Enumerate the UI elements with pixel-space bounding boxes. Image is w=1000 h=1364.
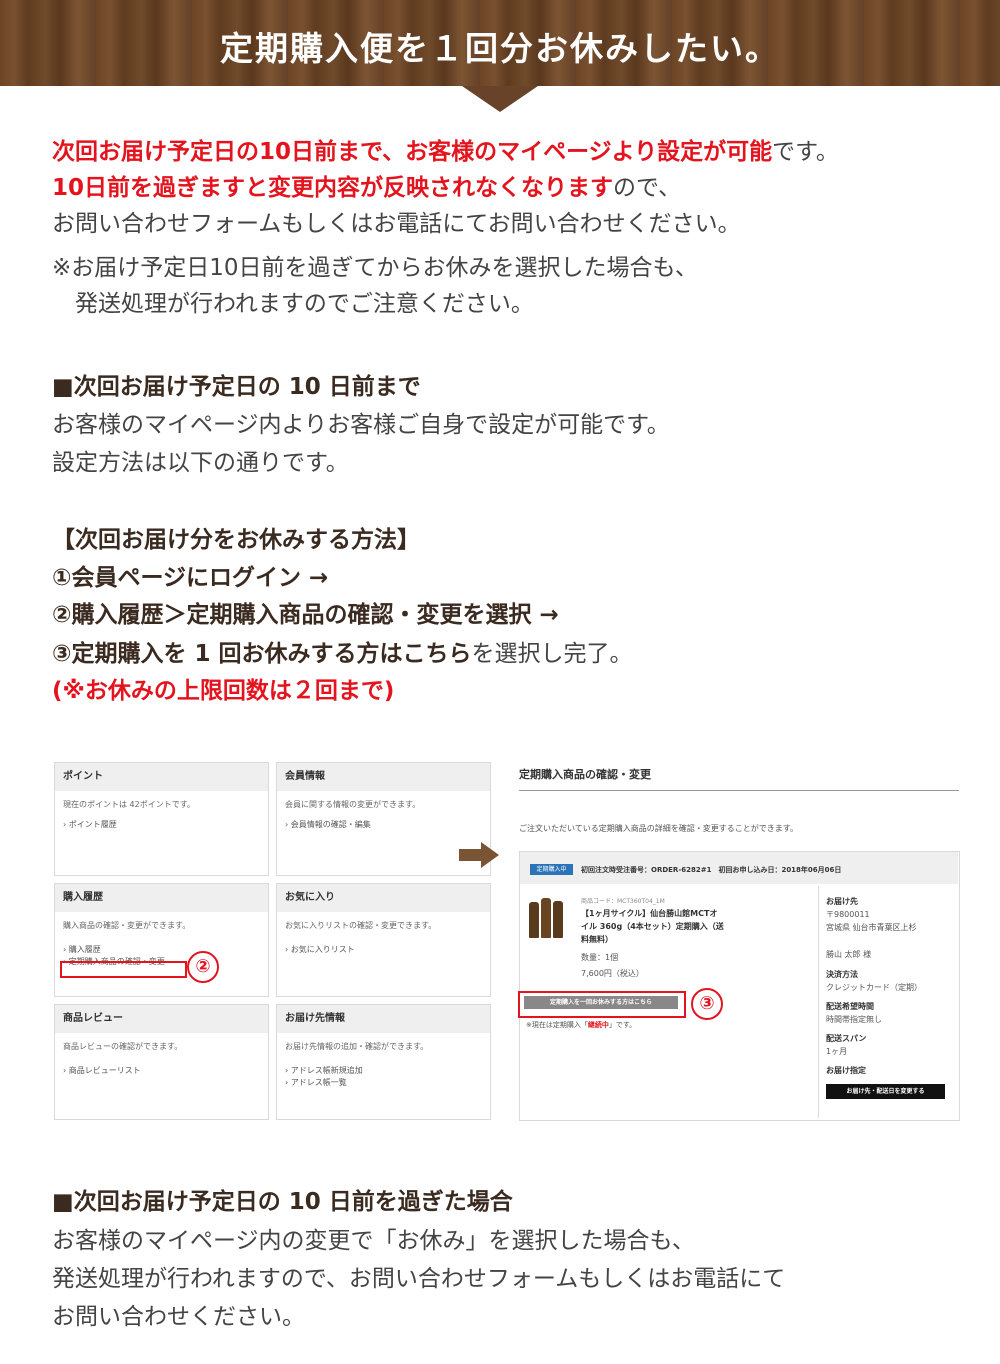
step-marker-3: ③ [691, 988, 723, 1020]
panel-desc: お気に入りリストの確認・変更できます。 [285, 921, 437, 930]
highlight-box-2 [60, 961, 187, 978]
delivery-label: お届け先 [826, 897, 858, 906]
designation-label: お届け指定 [826, 1066, 866, 1075]
method-note: (※お休みの上限回数は２回まで) [52, 678, 395, 704]
banner-notch [462, 86, 538, 112]
delivery-time: 時間帯指定無し [826, 1015, 882, 1024]
page-title: 定期購入便を１回分お休みしたい。 [220, 29, 780, 68]
product-quantity: 数量：1個 [581, 953, 619, 962]
product-image [526, 896, 568, 940]
subscription-desc: ご注文いただいている定期購入商品の詳細を確認・変更することができます。 [519, 824, 798, 833]
payment-label: 決済方法 [826, 970, 858, 979]
delivery-address: 宮城県 仙台市青葉区上杉 [826, 923, 917, 932]
intro-line-4: ※お届け予定日10日前を過ぎてからお休みを選択した場合も、 [52, 255, 698, 281]
link-favorite-list[interactable]: › お気に入りリスト [277, 944, 490, 956]
payment-method: クレジットカード（定期） [826, 983, 922, 992]
panel-title: お気に入り [277, 884, 490, 912]
subscription-status: ※現在は定期購入「継続中」です。 [526, 1021, 637, 1029]
panel-delivery-info: お届け先情報 お届け先情報の追加・確認ができます。 › アドレス帳新規追加 › … [276, 1004, 491, 1120]
order-info: 初回注文時受注番号：ORDER-6282#1 初回お申し込み日：2018年06月… [581, 866, 842, 874]
link-address-list[interactable]: › アドレス帳一覧 [277, 1077, 490, 1089]
delivery-span-label: 配送スパン [826, 1034, 867, 1043]
method-step-1: ①会員ページにログイン → [52, 565, 329, 591]
intro-line-5: 発送処理が行われますのでご注意ください。 [52, 291, 534, 317]
intro-line-1: 次回お届け予定日の10日前まで、お客様のマイページより設定が可能です。 [52, 139, 839, 165]
link-member-edit[interactable]: › 会員情報の確認・編集 [277, 819, 490, 831]
link-address-add[interactable]: › アドレス帳新規追加 [277, 1065, 490, 1077]
section1-text-1: お客様のマイページ内よりお客様ご自身で設定が可能です。 [52, 412, 670, 438]
product-name-1[interactable]: 【1ヶ月サイクル】仙台勝山館MCTオ [581, 908, 717, 919]
step-marker-2: ② [187, 951, 219, 983]
title-divider [519, 790, 959, 791]
product-name-2[interactable]: イル 360g（4本セット）定期購入（送 [581, 921, 724, 932]
section1-heading: ■次回お届け予定日の 10 日前まで [52, 374, 421, 400]
panel-title: ポイント [55, 763, 268, 791]
delivery-recipient: 勝山 太郎 様 [826, 950, 872, 959]
intro-line-3: お問い合わせフォームもしくはお電話にてお問い合わせください。 [52, 211, 741, 237]
section1-text-2: 設定方法は以下の通りです。 [52, 450, 349, 476]
link-purchase-history[interactable]: › 購入履歴 [55, 944, 268, 956]
panel-desc: 購入商品の確認・変更ができます。 [63, 921, 191, 930]
method-step-3: ③定期購入を 1 回お休みする方はこちらを選択し完了。 [52, 641, 633, 667]
status-badge: 定期購入中 [530, 864, 573, 875]
delivery-span: 1ヶ月 [826, 1047, 848, 1056]
method-step-2: ②購入履歴＞定期購入商品の確認・変更を選択 → [52, 602, 559, 628]
panel-purchase-history: 購入履歴 購入商品の確認・変更ができます。 › 購入履歴 › 定期購入商品の確認… [54, 883, 269, 997]
link-review-list[interactable]: › 商品レビューリスト [55, 1065, 268, 1077]
section2-text-1: お客様のマイページ内の変更で「お休み」を選択した場合も、 [52, 1228, 695, 1254]
panel-desc: 商品レビューの確認ができます。 [63, 1042, 183, 1051]
panel-title: 商品レビュー [55, 1005, 268, 1033]
method-heading: 【次回お届け分をお休みする方法】 [52, 527, 420, 553]
subscription-title: 定期購入商品の確認・変更 [519, 768, 651, 781]
product-price: 7,600円（税込） [581, 969, 644, 978]
panel-reviews: 商品レビュー 商品レビューの確認ができます。 › 商品レビューリスト [54, 1004, 269, 1120]
highlight-box-3 [518, 991, 686, 1018]
section2-text-3: お問い合わせください。 [52, 1304, 305, 1330]
delivery-time-label: 配送希望時間 [826, 1002, 874, 1011]
panel-title: お届け先情報 [277, 1005, 490, 1033]
delivery-postal: 〒9800011 [826, 910, 870, 919]
panel-favorites: お気に入り お気に入りリストの確認・変更できます。 › お気に入りリスト [276, 883, 491, 997]
panel-desc: 現在のポイントは 42ポイントです。 [63, 800, 195, 809]
link-point-history[interactable]: › ポイント履歴 [55, 819, 268, 831]
panel-title: 会員情報 [277, 763, 490, 791]
column-divider [818, 886, 819, 1118]
arrow-right-icon [459, 842, 499, 868]
panel-desc: 会員に関する情報の変更ができます。 [285, 800, 421, 809]
section2-heading: ■次回お届け予定日の 10 日前を過ぎた場合 [52, 1189, 513, 1215]
panel-desc: お届け先情報の追加・確認ができます。 [285, 1042, 429, 1051]
panel-title: 購入履歴 [55, 884, 268, 912]
product-code: 商品コード：MCT360T04_1M [581, 898, 665, 905]
intro-line-2: 10日前を過ぎますと変更内容が反映されなくなりますので、 [52, 175, 682, 201]
change-delivery-button[interactable]: お届け先・配送日を変更する [826, 1084, 945, 1099]
product-name-3[interactable]: 料無料） [581, 934, 613, 945]
section2-text-2: 発送処理が行われますので、お問い合わせフォームもしくはお電話にて [52, 1266, 786, 1292]
panel-points: ポイント 現在のポイントは 42ポイントです。 › ポイント履歴 [54, 762, 269, 876]
